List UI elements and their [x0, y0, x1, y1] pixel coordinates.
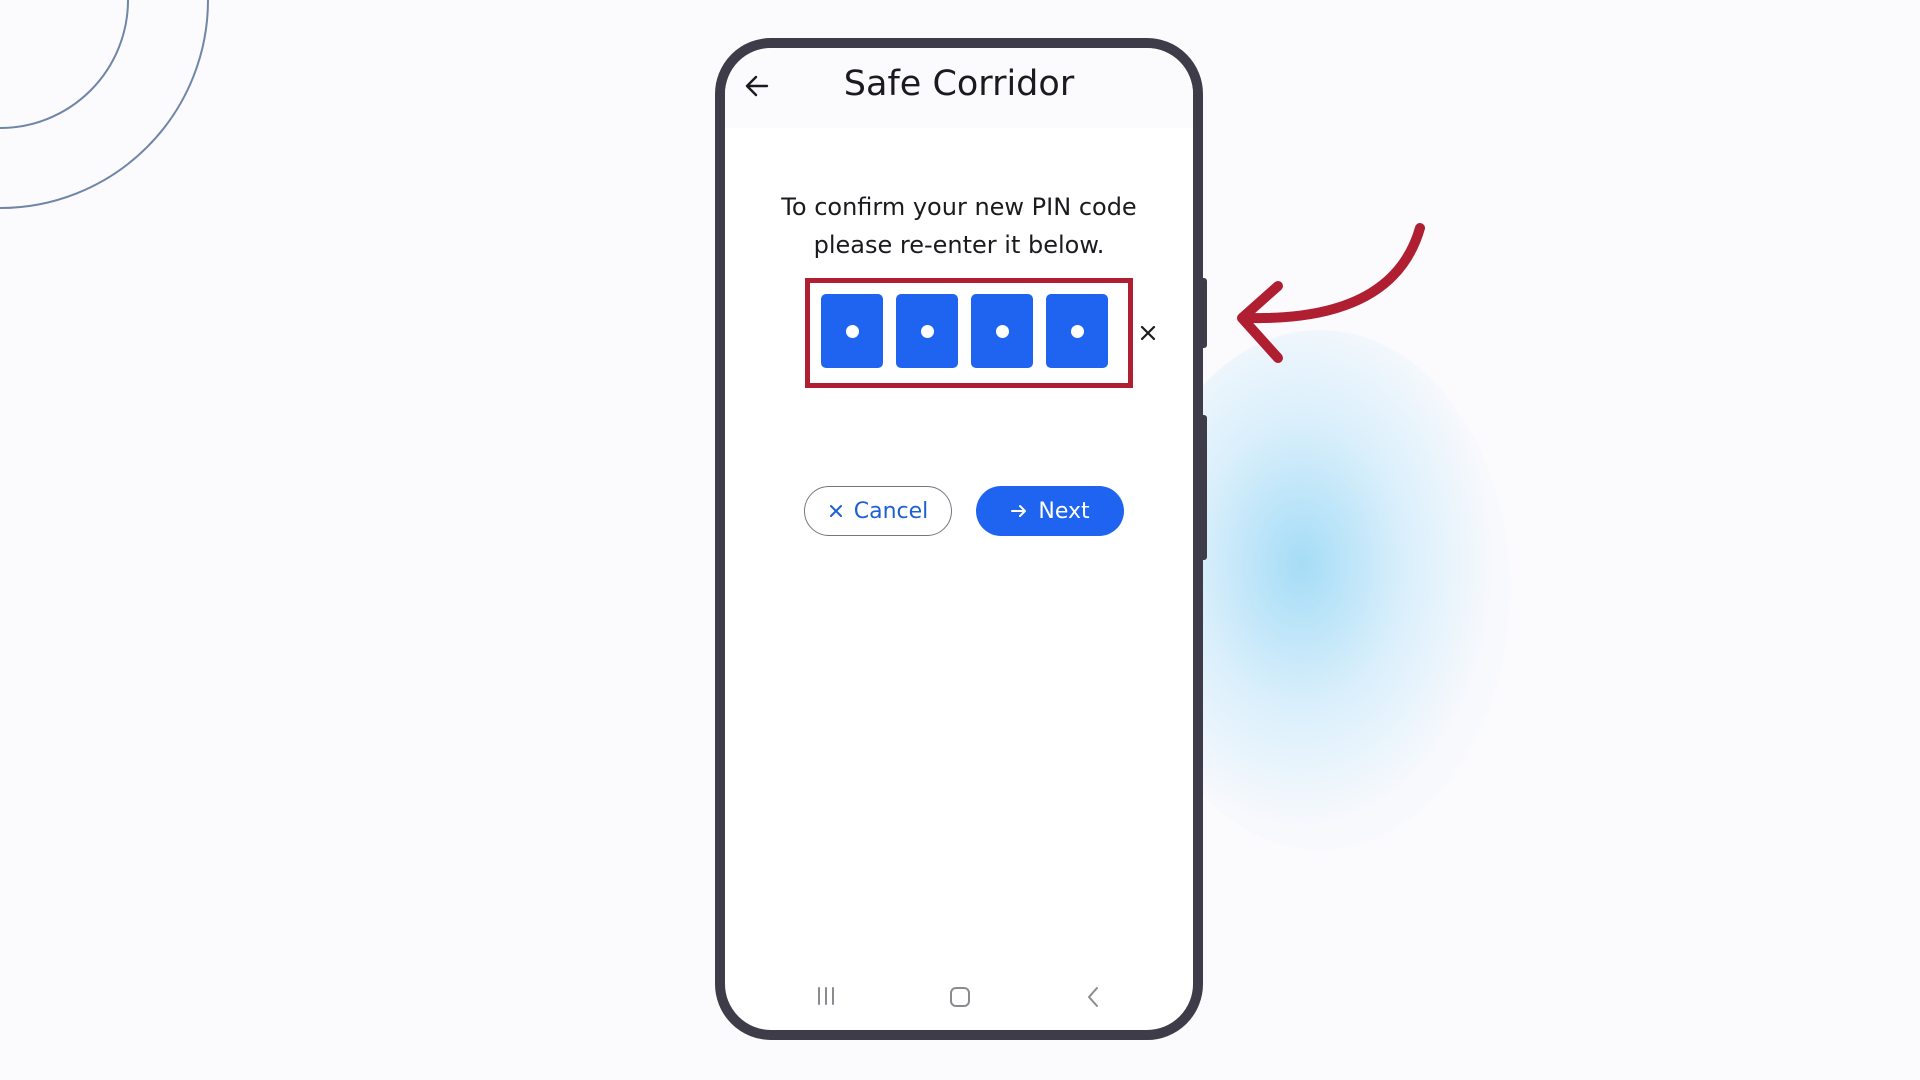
next-button[interactable]: Next — [976, 486, 1124, 536]
close-icon[interactable] — [1139, 324, 1157, 342]
chevron-left-icon[interactable] — [1085, 986, 1101, 1008]
pin-digit-1[interactable] — [821, 294, 883, 368]
arrow-right-icon — [1011, 505, 1027, 517]
next-button-label: Next — [1038, 498, 1090, 524]
annotation-arrow-icon — [1237, 223, 1425, 363]
page-title: Safe Corridor — [843, 64, 1075, 104]
tutorial-stage: Safe Corridor To confirm your new PIN co… — [0, 0, 1920, 1080]
cancel-button[interactable]: Cancel — [804, 486, 952, 536]
pin-mask-dot — [995, 324, 1009, 338]
pin-mask-dot — [920, 324, 934, 338]
pin-digit-4[interactable] — [1046, 294, 1108, 368]
app-bar: Safe Corridor — [725, 48, 1193, 128]
instruction-line-1: To confirm your new PIN code — [781, 193, 1137, 221]
pin-mask-dot — [845, 324, 859, 338]
system-nav-bar — [725, 970, 1193, 1030]
instruction-line-2: please re-enter it below. — [813, 231, 1105, 259]
pin-digit-2[interactable] — [896, 294, 958, 368]
cancel-button-label: Cancel — [853, 498, 929, 524]
pin-mask-dot — [1070, 324, 1084, 338]
pin-digit-3[interactable] — [971, 294, 1033, 368]
decorative-arcs — [0, 0, 209, 209]
pin-confirm-instructions: To confirm your new PIN code please re-e… — [745, 188, 1173, 264]
close-icon — [829, 505, 842, 517]
phone-frame: Safe Corridor To confirm your new PIN co… — [715, 38, 1203, 1040]
recents-icon[interactable] — [815, 986, 837, 1006]
home-icon[interactable] — [949, 986, 971, 1008]
